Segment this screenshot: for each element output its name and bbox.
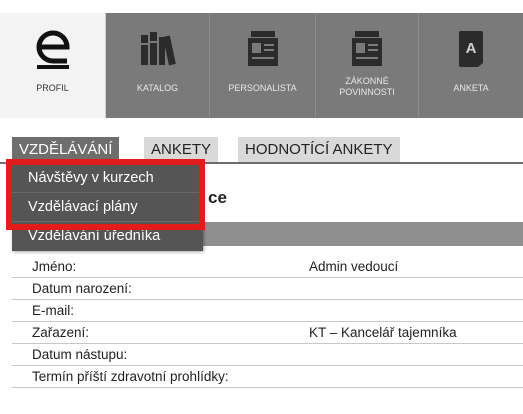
table-row: Zařazení: KT – Kancelář tajemníka [12,322,523,344]
top-spacer [0,0,523,13]
tab-ankety[interactable]: ANKETY [144,137,219,163]
anketa-document-icon: A [419,25,523,73]
row-label: Jméno: [32,259,77,274]
nav-tile-label: PERSONALISTA [228,83,297,93]
menu-item-navstevy-v-kurzech[interactable]: Návštěvy v kurzech [12,164,203,193]
nav-tile-zakonne-povinnosti[interactable]: ZÁKONNÉ POVINNOSTI [316,13,419,118]
nav-tile-katalog[interactable]: KATALOG [106,13,210,118]
tab-hodnotici-ankety[interactable]: HODNOTÍCÍ ANKETY [238,137,400,163]
nav-tile-anketa[interactable]: A ANKETA [419,13,523,118]
row-label: Datum nástupu: [32,347,128,362]
table-row: E-mail: [12,300,523,322]
law-folder-icon [316,25,418,73]
profile-e-icon [0,25,105,73]
table-row: Datum nástupu: [12,344,523,366]
row-value: Admin vedoucí [309,259,399,274]
svg-text:A: A [466,40,477,57]
books-icon [106,25,209,73]
id-card-folder-icon [210,25,315,73]
menu-item-vzdelavani-urednika[interactable]: Vzdělávání úředníka [12,222,203,251]
nav-tile-label: ANKETA [453,83,489,93]
row-label: E-mail: [32,303,75,318]
row-value: KT – Kancelář tajemníka [309,325,457,340]
table-row: Termín příští zdravotní prohlídky: [12,366,523,388]
row-label: Datum narození: [32,281,132,296]
table-row: Jméno: Admin vedoucí [12,256,523,278]
vzdelavani-dropdown-menu: Návštěvy v kurzech Vzdělávací plány Vzdě… [12,164,203,251]
tab-vzdelavani[interactable]: VZDĚLÁVÁNÍ [12,137,120,163]
table-row: Datum narození: [12,278,523,300]
nav-tile-label: PROFIL [36,83,69,93]
section-title-text: ce [208,188,227,207]
details-table: Jméno: Admin vedoucí Datum narození: E-m… [12,256,523,388]
nav-tile-label: KATALOG [136,83,179,93]
nav-tile-label: ZÁKONNÉ POVINNOSTI [339,76,395,97]
nav-tile-profil[interactable]: PROFIL [0,13,106,118]
nav-tile-personalista[interactable]: PERSONALISTA [210,13,316,118]
row-label: Zařazení: [32,325,90,340]
menu-item-vzdelavaci-plany[interactable]: Vzdělávací plány [12,193,203,222]
row-label: Termín příští zdravotní prohlídky: [32,369,229,384]
